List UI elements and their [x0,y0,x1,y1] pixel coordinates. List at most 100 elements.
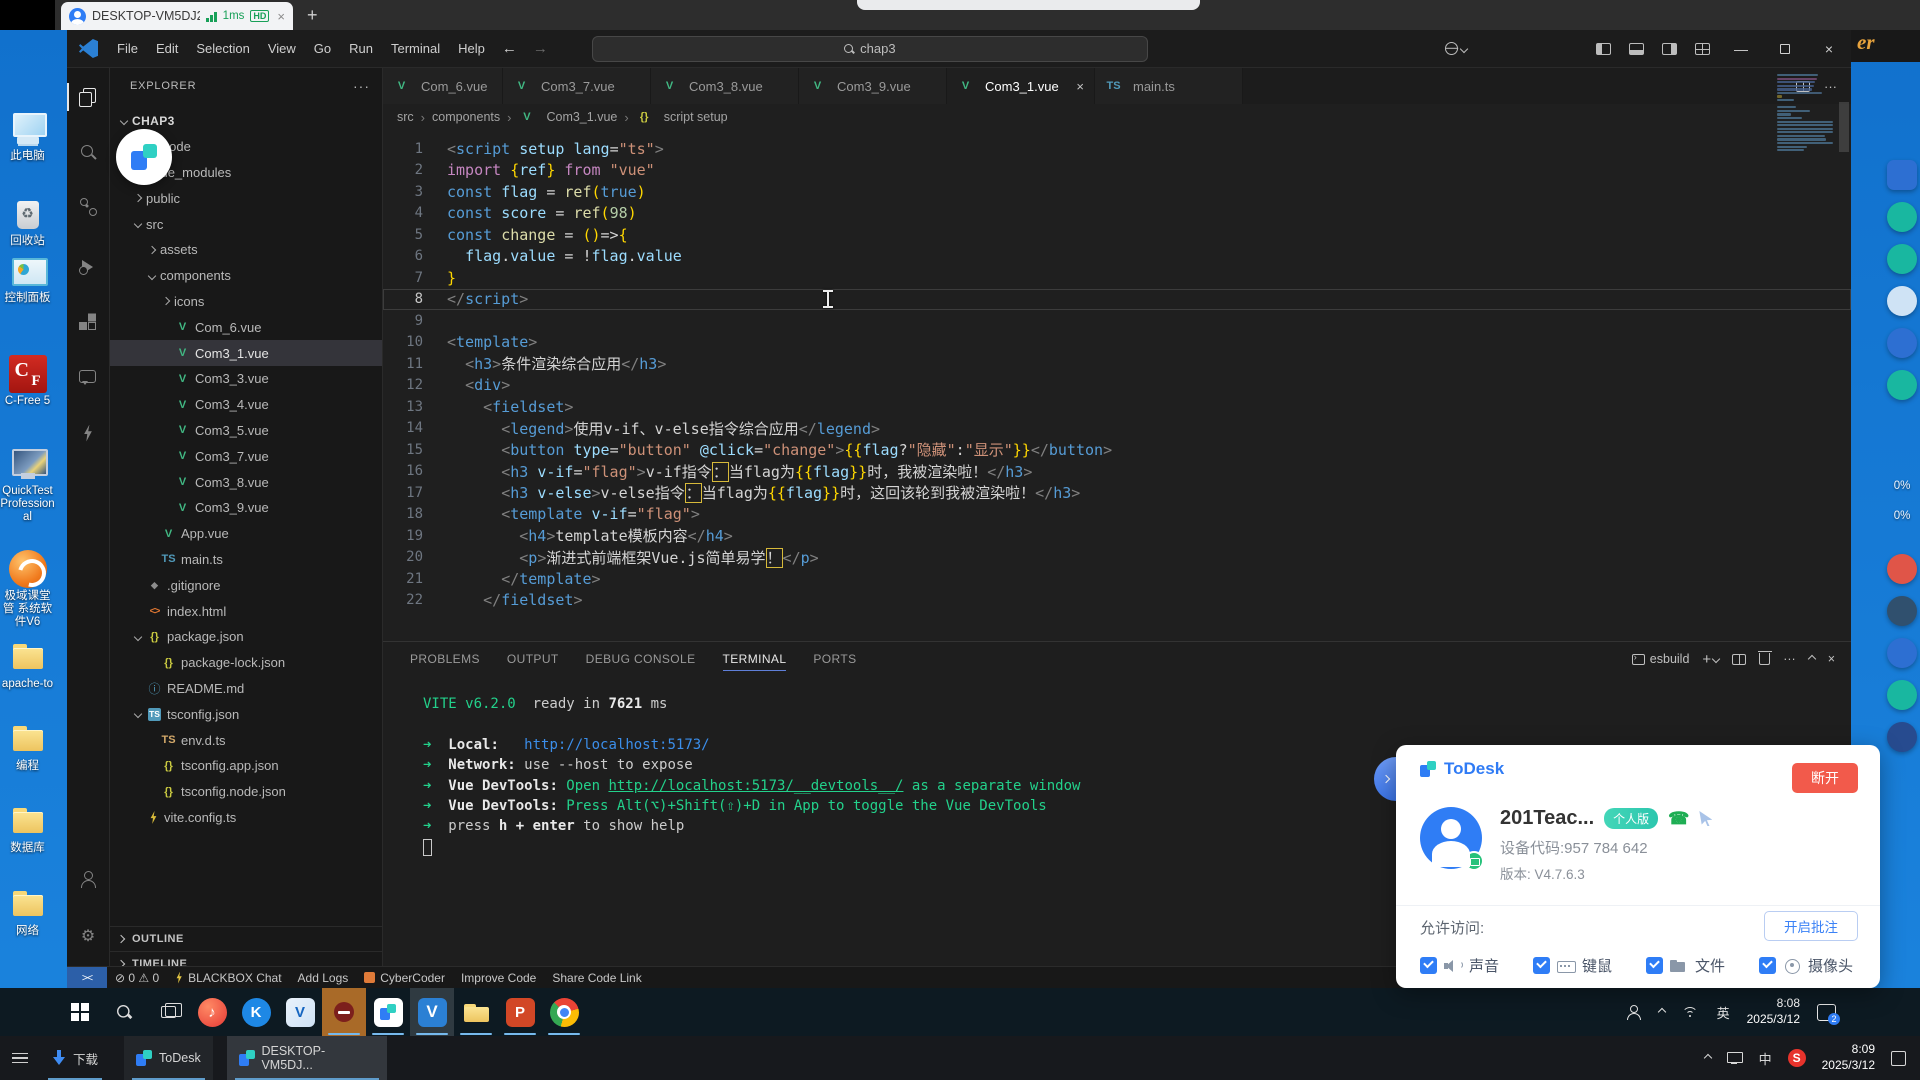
code-line-2[interactable]: 2import {ref} from "vue" [383,160,1851,182]
editor-tab-main.ts[interactable]: TSmain.ts [1095,68,1243,104]
todesk-tool-icon-3[interactable] [1887,286,1917,316]
tree-item-Com3_5.vue[interactable]: VCom3_5.vue [110,418,382,444]
taskbar-window-todesk[interactable]: ToDesk [124,1036,213,1080]
tree-item-icons[interactable]: icons [110,289,382,315]
editor-tab-Com3_8.vue[interactable]: VCom3_8.vue [651,68,799,104]
network-icon[interactable] [1727,1052,1743,1065]
tree-item-env.d.ts[interactable]: TSenv.d.ts [110,727,382,753]
download-item[interactable]: 下载 [40,1036,110,1080]
activity-extensions[interactable] [72,307,104,339]
taskbar-app-ppt[interactable]: P [498,988,542,1036]
sogou-icon[interactable]: S [1788,1049,1806,1067]
tray-expand-icon[interactable] [1703,1054,1711,1062]
checkbox-checked[interactable] [1646,957,1663,974]
panel-tab-debug-console[interactable]: DEBUG CONSOLE [586,642,696,676]
taskbar-app-music[interactable]: ♪ [190,988,234,1036]
desktop-icon-cfree[interactable]: C-Free 5 [0,355,55,408]
tree-item-components[interactable]: components [110,263,382,289]
statusbar-item[interactable]: BLACKBOX Chat [175,971,281,985]
todesk-tool-icon-14[interactable] [1887,722,1917,752]
session-close-icon[interactable]: × [277,9,285,24]
taskbar-app-search[interactable] [102,988,146,1036]
profile-menu[interactable] [1445,42,1467,55]
code-line-4[interactable]: 4const score = ref(98) [383,203,1851,225]
code-line-16[interactable]: 16 <h3 v-if="flag">v-if指令：当flag为{{flag}}… [383,461,1851,483]
checkbox-checked[interactable] [1533,957,1550,974]
editor-tab-Com3_7.vue[interactable]: VCom3_7.vue [503,68,651,104]
editor-tab-Com3_9.vue[interactable]: VCom3_9.vue [799,68,947,104]
tree-item-Com3_9.vue[interactable]: VCom3_9.vue [110,495,382,521]
code-line-17[interactable]: 17 <h3 v-else>v-else指令：当flag为{{flag}}时，这… [383,482,1851,504]
menu-run[interactable]: Run [340,36,382,62]
todesk-tool-icon-13[interactable] [1887,680,1917,710]
tree-item-src[interactable]: src [110,211,382,237]
desktop-icon-recycle[interactable]: 回收站 [0,195,55,248]
taskbar-app-taskview[interactable] [146,988,190,1036]
menu-terminal[interactable]: Terminal [382,36,449,62]
code-line-15[interactable]: 15 <button type="button" @click="change"… [383,439,1851,461]
tree-item-public[interactable]: public [110,185,382,211]
statusbar-item[interactable]: Improve Code [461,971,536,985]
taskbar-app-vscode[interactable]: V [410,988,454,1036]
todesk-tool-icon-5[interactable] [1887,370,1917,400]
new-terminal-button[interactable]: + [1702,651,1719,668]
code-line-12[interactable]: 12 <div> [383,375,1851,397]
code-line-13[interactable]: 13 <fieldset> [383,396,1851,418]
maximize-panel-icon[interactable] [1807,655,1815,663]
host-menu-icon[interactable] [0,1053,40,1064]
toggle-sidebar-icon[interactable] [1596,43,1611,55]
menu-selection[interactable]: Selection [187,36,258,62]
people-icon[interactable] [1626,1005,1642,1019]
code-line-7[interactable]: 7} [383,267,1851,289]
activity-account[interactable] [72,864,104,896]
desktop-icon-folder[interactable]: 数据库 [0,802,55,855]
panel-tab-terminal[interactable]: TERMINAL [723,642,787,676]
taskbar-app-start[interactable] [58,988,102,1036]
explorer-more-icon[interactable]: ··· [353,78,370,94]
clock[interactable]: 8:082025/3/12 [1747,996,1800,1027]
todesk-tool-icon-0[interactable] [1887,160,1917,190]
activity-source-control[interactable] [72,191,104,223]
statusbar-item[interactable]: Share Code Link [552,971,641,985]
nav-forward-icon[interactable]: → [525,40,556,57]
panel-tab-ports[interactable]: PORTS [813,642,856,676]
maximize-button[interactable] [1763,30,1807,67]
panel-tab-problems[interactable]: PROBLEMS [410,642,480,676]
menu-edit[interactable]: Edit [147,36,187,62]
tree-item-tsconfig.app.json[interactable]: {}tsconfig.app.json [110,753,382,779]
breadcrumb[interactable]: src›components›VCom3_1.vue›{}script setu… [383,104,1851,130]
todesk-tool-icon-4[interactable] [1887,328,1917,358]
tree-item-Com3_7.vue[interactable]: VCom3_7.vue [110,443,382,469]
code-line-14[interactable]: 14 <legend>使用v-if、v-else指令综合应用</legend> [383,418,1851,440]
tree-item-Com3_8.vue[interactable]: VCom3_8.vue [110,469,382,495]
editor-tab-Com3_1.vue[interactable]: VCom3_1.vue× [947,68,1095,104]
ime-indicator[interactable]: 英 [1717,1003,1730,1022]
tree-item-package-lock.json[interactable]: {}package-lock.json [110,650,382,676]
toggle-panel-icon[interactable] [1629,43,1644,55]
todesk-tool-icon-10[interactable] [1887,554,1917,584]
code-line-22[interactable]: 22 </fieldset> [383,590,1851,612]
new-session-button[interactable]: + [307,2,318,28]
code-line-11[interactable]: 11 <h3>条件渲染综合应用</h3> [383,353,1851,375]
todesk-tool-icon-2[interactable] [1887,244,1917,274]
annotate-button[interactable]: 开启批注 [1764,911,1858,941]
checkbox-checked[interactable] [1759,957,1776,974]
code-line-10[interactable]: 10<template> [383,332,1851,354]
tab-close-icon[interactable]: × [1076,79,1084,94]
activity-explorer[interactable] [72,81,104,113]
taskbar-app-vapp[interactable]: V [278,988,322,1036]
activity-settings[interactable]: ⚙ [72,921,104,953]
tree-item-Com_6.vue[interactable]: VCom_6.vue [110,314,382,340]
code-line-18[interactable]: 18 <template v-if="flag"> [383,504,1851,526]
activity-power[interactable] [72,417,104,449]
activity-run-debug[interactable] [72,251,104,283]
todesk-tool-icon-12[interactable] [1887,638,1917,668]
phone-icon[interactable]: ☎ [1668,809,1689,829]
disconnect-button[interactable]: 断开 [1792,763,1858,793]
editor-tab-Com_6.vue[interactable]: VCom_6.vue [383,68,503,104]
desktop-icon-folder[interactable]: apache-to [0,638,55,691]
tree-item-Com3_1.vue[interactable]: VCom3_1.vue [110,340,382,366]
tree-item-main.ts[interactable]: TSmain.ts [110,547,382,573]
desktop-icon-cpanel[interactable]: 控制面板 [0,252,55,305]
code-line-21[interactable]: 21 </template> [383,568,1851,590]
